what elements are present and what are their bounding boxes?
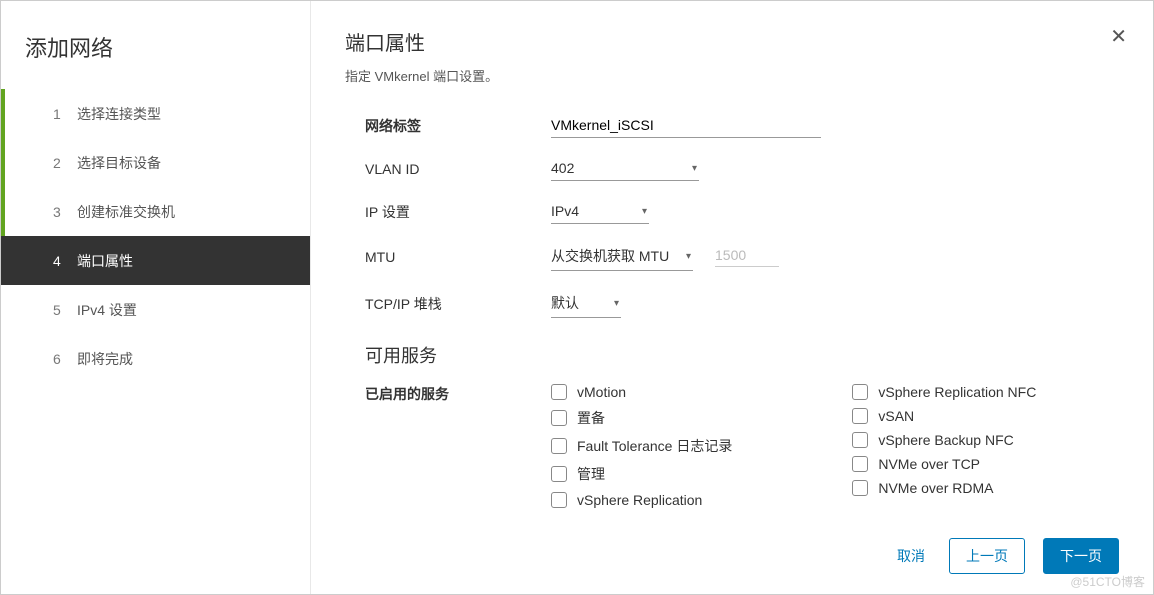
service-ft-logging[interactable]: Fault Tolerance 日志记录 [551, 436, 732, 456]
wizard-footer: 取消 上一页 下一页 [891, 538, 1119, 574]
add-network-wizard: 添加网络 1选择连接类型 2选择目标设备 3创建标准交换机 4端口属性 5IPv… [0, 0, 1154, 595]
services-col-1: vMotion 置备 Fault Tolerance 日志记录 管理 vSphe… [551, 384, 732, 508]
mtu-label: MTU [365, 249, 551, 265]
wizard-title: 添加网络 [1, 25, 310, 89]
checkbox-icon [551, 438, 567, 454]
network-label-text: 网络标签 [365, 116, 551, 136]
tcpip-value: 默认 [551, 293, 579, 313]
step-ready-complete[interactable]: 6即将完成 [1, 334, 310, 383]
checkbox-icon [852, 408, 868, 424]
port-properties-form: 网络标签 VLAN ID 402 ▾ IP 设置 IPv4 ▾ MTU [345, 113, 1119, 508]
checkbox-icon [852, 456, 868, 472]
ip-settings-select[interactable]: IPv4 ▾ [551, 199, 649, 224]
checkbox-icon [551, 384, 567, 400]
service-nvme-rdma[interactable]: NVMe over RDMA [852, 480, 1036, 496]
next-button[interactable]: 下一页 [1043, 538, 1119, 574]
row-vlan-id: VLAN ID 402 ▾ [365, 156, 1119, 181]
step-connection-type[interactable]: 1选择连接类型 [1, 89, 310, 138]
mtu-value: 从交换机获取 MTU [551, 246, 669, 266]
mtu-select[interactable]: 从交换机获取 MTU ▾ [551, 242, 693, 271]
network-label-input[interactable] [551, 113, 821, 138]
checkbox-icon [551, 410, 567, 426]
close-icon[interactable]: ✕ [1110, 27, 1127, 47]
enabled-services-label: 已启用的服务 [365, 384, 551, 508]
service-replication-nfc[interactable]: vSphere Replication NFC [852, 384, 1036, 400]
step-create-switch[interactable]: 3创建标准交换机 [1, 187, 310, 236]
checkbox-icon [852, 384, 868, 400]
chevron-down-icon: ▾ [686, 251, 691, 262]
available-services-title: 可用服务 [365, 342, 1119, 368]
service-provisioning[interactable]: 置备 [551, 408, 732, 428]
cancel-button[interactable]: 取消 [891, 538, 931, 574]
row-ip-settings: IP 设置 IPv4 ▾ [365, 199, 1119, 224]
service-vmotion[interactable]: vMotion [551, 384, 732, 400]
checkbox-icon [852, 480, 868, 496]
checkbox-icon [551, 492, 567, 508]
service-vsphere-replication[interactable]: vSphere Replication [551, 492, 732, 508]
row-tcpip-stack: TCP/IP 堆栈 默认 ▾ [365, 289, 1119, 318]
checkbox-icon [551, 466, 567, 482]
vlan-id-label: VLAN ID [365, 161, 551, 177]
services-col-2: vSphere Replication NFC vSAN vSphere Bac… [852, 384, 1036, 508]
wizard-sidebar: 添加网络 1选择连接类型 2选择目标设备 3创建标准交换机 4端口属性 5IPv… [1, 1, 311, 594]
service-management[interactable]: 管理 [551, 464, 732, 484]
row-mtu: MTU 从交换机获取 MTU ▾ 1500 [365, 242, 1119, 271]
chevron-down-icon: ▾ [692, 163, 697, 174]
ip-settings-value: IPv4 [551, 203, 579, 219]
step-target-device[interactable]: 2选择目标设备 [1, 138, 310, 187]
services-grid: vMotion 置备 Fault Tolerance 日志记录 管理 vSphe… [551, 384, 1036, 508]
mtu-custom-input[interactable]: 1500 [715, 247, 779, 267]
service-nvme-tcp[interactable]: NVMe over TCP [852, 456, 1036, 472]
services-row: 已启用的服务 vMotion 置备 Fault Tolerance 日志记录 管… [365, 384, 1119, 508]
checkbox-icon [852, 432, 868, 448]
step-ipv4-settings[interactable]: 5IPv4 设置 [1, 285, 310, 334]
page-title: 端口属性 [345, 27, 1119, 56]
wizard-steps: 1选择连接类型 2选择目标设备 3创建标准交换机 4端口属性 5IPv4 设置 … [1, 89, 310, 383]
vlan-id-select[interactable]: 402 ▾ [551, 156, 699, 181]
service-backup-nfc[interactable]: vSphere Backup NFC [852, 432, 1036, 448]
ip-settings-label: IP 设置 [365, 202, 551, 222]
tcpip-select[interactable]: 默认 ▾ [551, 289, 621, 318]
service-vsan[interactable]: vSAN [852, 408, 1036, 424]
back-button[interactable]: 上一页 [949, 538, 1025, 574]
page-subtitle: 指定 VMkernel 端口设置。 [345, 66, 1119, 85]
tcpip-label: TCP/IP 堆栈 [365, 294, 551, 314]
wizard-main: ✕ 端口属性 指定 VMkernel 端口设置。 网络标签 VLAN ID 40… [311, 1, 1153, 594]
chevron-down-icon: ▾ [614, 298, 619, 309]
step-port-properties[interactable]: 4端口属性 [1, 236, 310, 285]
row-network-label: 网络标签 [365, 113, 1119, 138]
chevron-down-icon: ▾ [642, 206, 647, 217]
vlan-id-value: 402 [551, 160, 574, 176]
